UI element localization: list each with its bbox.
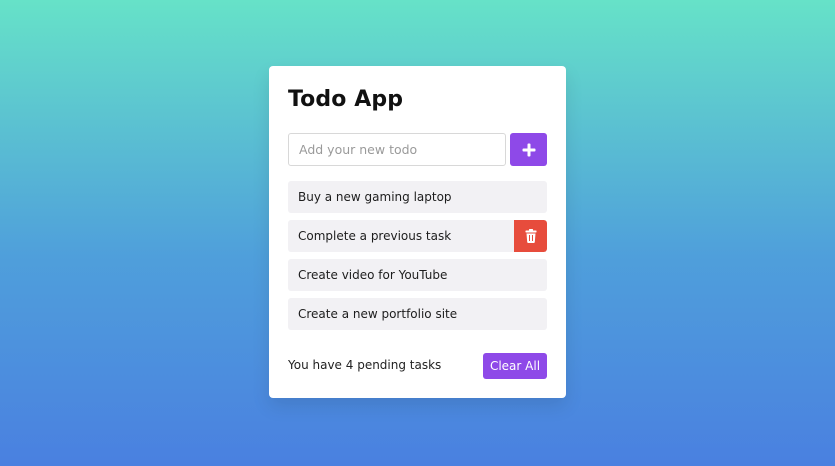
todo-item-label: Create video for YouTube	[298, 268, 448, 282]
todo-item[interactable]: Buy a new gaming laptop	[288, 181, 547, 213]
todo-item[interactable]: Complete a previous task	[288, 220, 547, 252]
app-title: Todo App	[288, 87, 404, 112]
clear-all-button[interactable]: Clear All	[483, 353, 547, 379]
todo-footer: You have 4 pending tasks Clear All	[288, 353, 547, 379]
todo-item-label: Complete a previous task	[298, 229, 452, 243]
todo-item[interactable]: Create video for YouTube	[288, 259, 547, 291]
pending-count-text: You have 4 pending tasks	[288, 358, 442, 372]
trash-icon	[525, 229, 537, 243]
add-todo-button[interactable]	[510, 133, 547, 166]
delete-todo-button[interactable]	[514, 220, 547, 252]
todo-item[interactable]: Create a new portfolio site	[288, 298, 547, 330]
new-todo-input[interactable]	[288, 133, 506, 166]
todo-list: Buy a new gaming laptop Complete a previ…	[288, 181, 547, 337]
plus-icon	[521, 142, 537, 158]
todo-card: Todo App Buy a new gaming laptop Complet…	[269, 66, 566, 398]
add-todo-row	[288, 133, 547, 166]
todo-item-label: Buy a new gaming laptop	[298, 190, 452, 204]
todo-item-label: Create a new portfolio site	[298, 307, 458, 321]
